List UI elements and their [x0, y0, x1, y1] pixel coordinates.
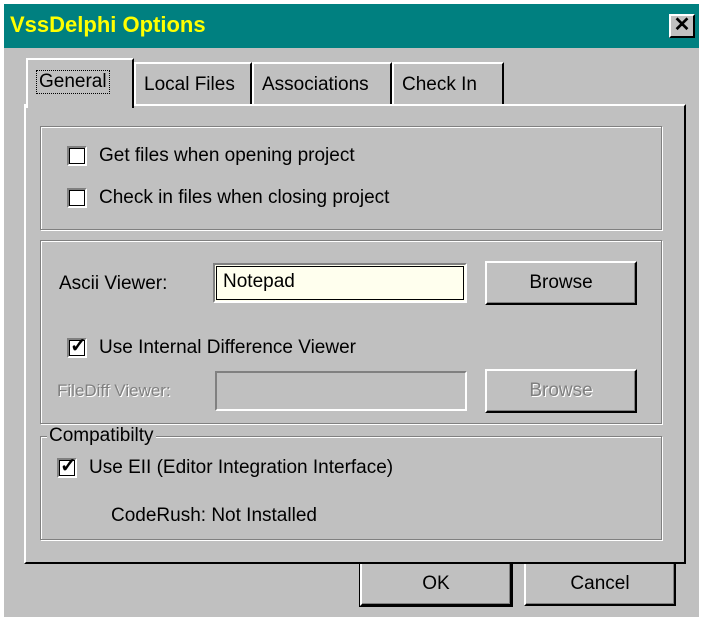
tab-check-in-label: Check In: [402, 74, 477, 95]
tab-local-files[interactable]: Local Files: [134, 62, 252, 106]
use-internal-diff-label: Use Internal Difference Viewer: [99, 337, 356, 358]
get-files-checkbox[interactable]: [67, 146, 87, 166]
tab-general-label: General: [36, 70, 110, 94]
cancel-button[interactable]: Cancel: [524, 562, 676, 606]
title-bar[interactable]: VssDelphi Options ✕: [4, 4, 699, 48]
use-eii-row[interactable]: ✓ Use EII (Editor Integration Interface): [57, 455, 394, 479]
compatibility-group: Compatibilty ✓ Use EII (Editor Integrati…: [40, 425, 662, 540]
check-icon: ✓: [60, 455, 77, 477]
compatibility-title: Compatibilty: [47, 425, 156, 447]
filediff-browse-button[interactable]: Browse: [485, 369, 637, 413]
ascii-browse-button[interactable]: Browse: [485, 261, 637, 305]
tab-associations[interactable]: Associations: [252, 62, 392, 106]
use-internal-diff-row[interactable]: ✓ Use Internal Difference Viewer: [67, 335, 356, 359]
tab-check-in[interactable]: Check In: [392, 62, 504, 106]
coderush-status: CodeRush: Not Installed: [111, 505, 317, 526]
use-internal-diff-checkbox[interactable]: ✓: [67, 335, 87, 358]
close-icon: ✕: [673, 14, 691, 36]
ok-button[interactable]: OK: [359, 561, 513, 607]
filediff-viewer-input[interactable]: [215, 371, 467, 411]
viewer-options-group: Ascii Viewer: Notepad Browse ✓ Use Inter…: [40, 240, 662, 424]
ascii-viewer-label: Ascii Viewer:: [59, 273, 168, 294]
tab-general[interactable]: General: [26, 58, 134, 108]
check-in-checkbox[interactable]: [67, 188, 87, 208]
tab-associations-label: Associations: [262, 74, 369, 95]
project-options-group: Get files when opening project Check in …: [40, 126, 662, 230]
use-eii-checkbox[interactable]: ✓: [57, 455, 77, 478]
get-files-row[interactable]: Get files when opening project: [67, 145, 355, 167]
filediff-viewer-label: FileDiff Viewer:: [57, 381, 171, 400]
check-icon: ✓: [70, 335, 87, 357]
ascii-viewer-input[interactable]: Notepad: [213, 263, 467, 303]
general-tab-panel: Get files when opening project Check in …: [24, 104, 686, 564]
use-eii-label: Use EII (Editor Integration Interface): [89, 457, 394, 478]
window-title: VssDelphi Options: [10, 12, 206, 37]
check-in-row[interactable]: Check in files when closing project: [67, 187, 389, 209]
get-files-label: Get files when opening project: [99, 145, 355, 166]
check-in-label: Check in files when closing project: [99, 187, 390, 208]
tab-local-files-label: Local Files: [144, 74, 235, 95]
close-button[interactable]: ✕: [669, 14, 695, 38]
